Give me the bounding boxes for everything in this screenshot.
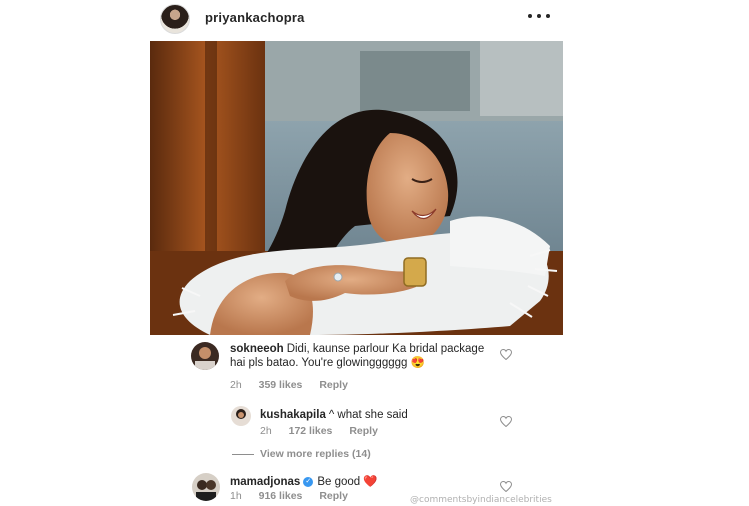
verified-badge-icon: ✓ <box>303 476 314 487</box>
comment-meta: 2h 172 likes Reply <box>260 425 392 437</box>
comment-text: mamadjonas ✓ Be good ❤️ <box>230 475 490 489</box>
view-more-divider <box>232 454 254 455</box>
avatar-image <box>191 342 219 370</box>
post-author-username[interactable]: priyankachopra <box>205 10 305 25</box>
comment-likes[interactable]: 916 likes <box>259 490 303 502</box>
comment-avatar[interactable] <box>191 342 219 370</box>
comment-meta: 2h 359 likes Reply <box>230 379 362 391</box>
avatar-image <box>192 473 220 501</box>
comment-time: 2h <box>230 379 242 391</box>
reply-button[interactable]: Reply <box>349 425 378 437</box>
post-author-avatar[interactable] <box>160 4 190 34</box>
comment-likes[interactable]: 359 likes <box>259 379 303 391</box>
comment-likes[interactable]: 172 likes <box>289 425 333 437</box>
comment-username[interactable]: sokneeoh <box>230 343 284 355</box>
comment-avatar[interactable] <box>231 406 251 426</box>
post-photo-illustration <box>150 41 563 335</box>
more-options-icon[interactable] <box>528 8 550 24</box>
heart-icon[interactable] <box>500 481 512 492</box>
reply-button[interactable]: Reply <box>319 490 348 502</box>
heart-icon[interactable] <box>500 416 512 427</box>
post-photo[interactable] <box>150 41 563 335</box>
comment-body: Be good ❤️ <box>317 476 378 488</box>
heart-icon[interactable] <box>500 349 512 360</box>
comment-text: kushakapila ^ what she said <box>260 408 500 422</box>
comment-time: 1h <box>230 490 242 502</box>
comment-username[interactable]: mamadjonas <box>230 476 300 488</box>
comment-text: sokneeoh Didi, kaunse parlour Ka bridal p… <box>230 342 495 370</box>
comment-meta: 1h 916 likes Reply <box>230 490 362 502</box>
comment-time: 2h <box>260 425 272 437</box>
reply-button[interactable]: Reply <box>319 379 348 391</box>
comment-avatar[interactable] <box>192 473 220 501</box>
avatar-image <box>231 406 251 426</box>
watermark: @commentsbyindiancelebrities <box>410 495 552 505</box>
comment-body: ^ what she said <box>328 409 408 421</box>
comment-username[interactable]: kushakapila <box>260 409 326 421</box>
view-more-replies-button[interactable]: View more replies (14) <box>260 448 371 460</box>
